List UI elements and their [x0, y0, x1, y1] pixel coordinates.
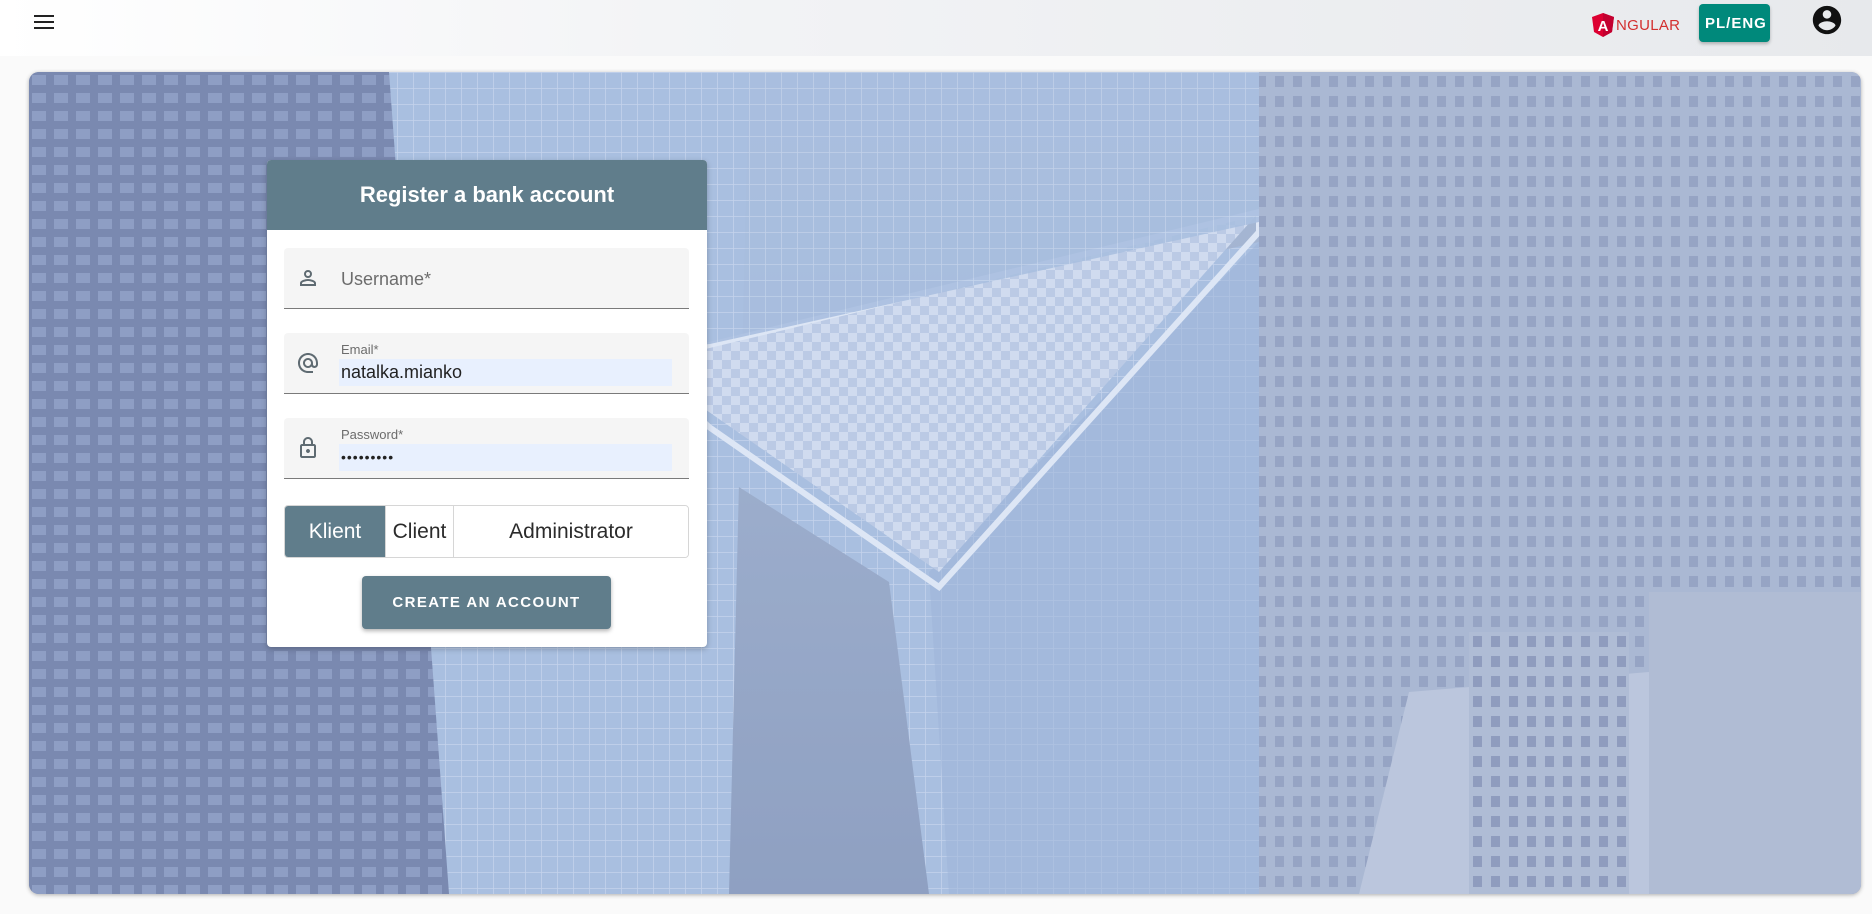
language-toggle-button[interactable]: PL/ENG	[1699, 4, 1770, 42]
lock-icon	[300, 437, 316, 458]
angular-shield-icon: A	[1592, 13, 1614, 37]
register-card: Register a bank account Username* Email*…	[267, 160, 707, 647]
top-toolbar: A NGULAR PL/ENG	[0, 0, 1872, 56]
account-circle-icon[interactable]	[1810, 3, 1844, 37]
role-toggle-klient[interactable]: Klient	[285, 506, 386, 557]
email-input[interactable]: natalka.mianko	[339, 359, 672, 386]
brand-text: NGULAR	[1616, 16, 1681, 34]
password-label: Password*	[341, 427, 404, 442]
brand-letter: A	[1598, 18, 1609, 35]
angular-logo[interactable]: A NGULAR	[1592, 12, 1680, 38]
email-label: Email*	[341, 342, 379, 357]
at-sign-icon	[298, 353, 318, 373]
create-account-button[interactable]: CREATE AN ACCOUNT	[362, 576, 611, 629]
role-toggle-group: Klient Client Administrator	[284, 505, 689, 558]
card-title: Register a bank account	[267, 160, 707, 230]
email-field[interactable]: Email* natalka.mianko	[284, 333, 689, 394]
menu-icon[interactable]	[30, 10, 60, 34]
role-toggle-administrator[interactable]: Administrator	[454, 506, 688, 557]
username-field[interactable]: Username*	[284, 248, 689, 309]
password-input[interactable]: •••••••••	[339, 444, 672, 471]
username-placeholder: Username*	[341, 269, 432, 289]
person-icon	[300, 270, 316, 286]
role-toggle-client[interactable]: Client	[386, 506, 454, 557]
password-field[interactable]: Password* •••••••••	[284, 418, 689, 479]
